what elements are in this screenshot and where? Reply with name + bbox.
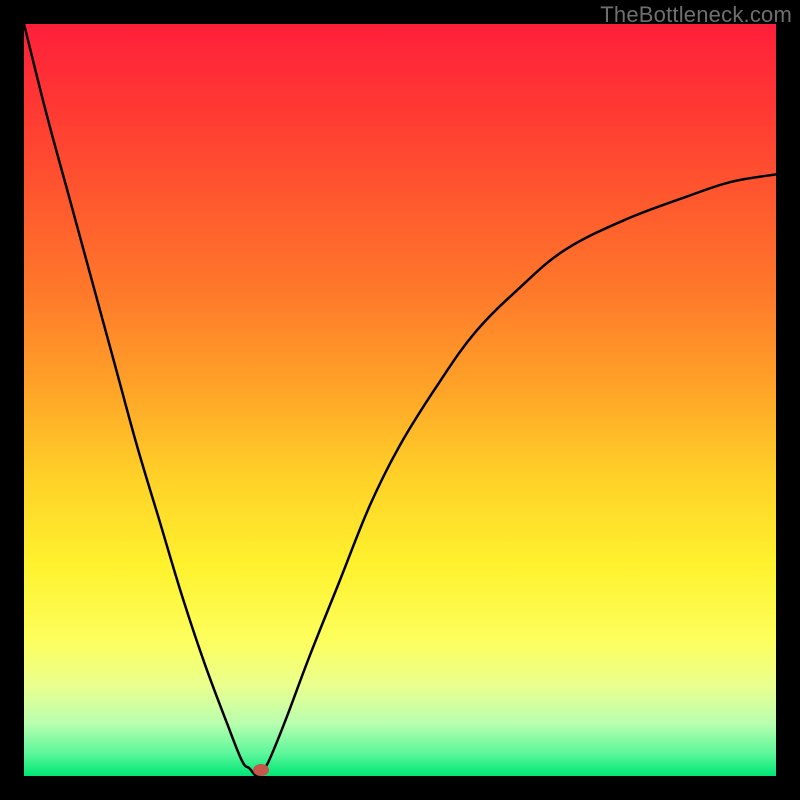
watermark-text: TheBottleneck.com — [600, 2, 792, 28]
bottleneck-curve — [24, 24, 776, 776]
optimal-point-marker — [253, 764, 269, 776]
chart-plot-area — [24, 24, 776, 776]
chart-frame: TheBottleneck.com — [0, 0, 800, 800]
